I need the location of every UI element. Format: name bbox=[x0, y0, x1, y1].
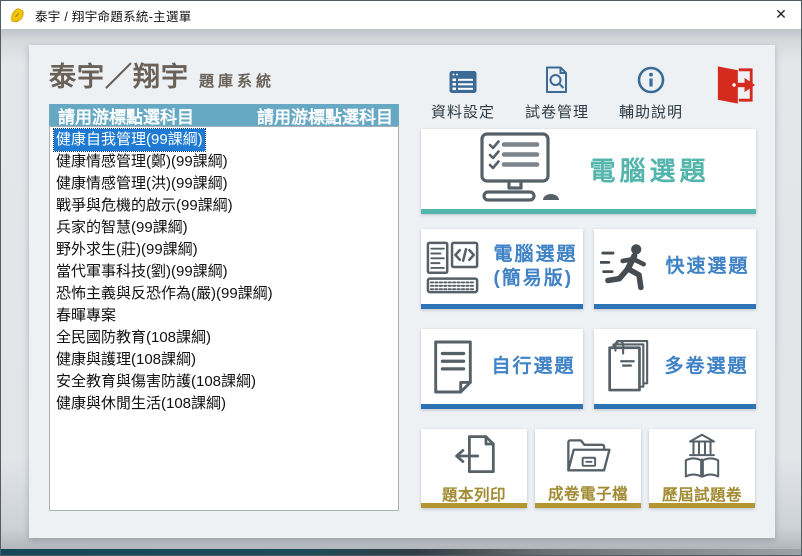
list-item[interactable]: 春暉專案 bbox=[50, 305, 398, 327]
data-settings-icon bbox=[431, 63, 495, 95]
self-pick-label: 自行選題 bbox=[491, 355, 575, 379]
exam-management-label: 試卷管理 bbox=[525, 101, 589, 122]
brand-title: 泰宇／翔宇 bbox=[49, 62, 189, 92]
runner-icon bbox=[600, 241, 652, 293]
subject-list-header-left: 請用游標點選科目 bbox=[58, 103, 194, 128]
app-icon bbox=[9, 6, 27, 24]
list-item[interactable]: 恐怖主義與反恐作為(嚴)(99課綱) bbox=[50, 283, 398, 305]
print-booklet-button[interactable]: 題本列印 bbox=[421, 429, 527, 508]
list-item[interactable]: 野外求生(莊)(99課綱) bbox=[50, 239, 398, 261]
quick-pick-button[interactable]: 快速選題 bbox=[594, 229, 756, 309]
print-booklet-label: 題本列印 bbox=[442, 483, 506, 505]
close-button[interactable]: ✕ bbox=[761, 1, 801, 28]
list-item[interactable]: 當代軍事科技(劉)(99課綱) bbox=[50, 261, 398, 283]
main-panel: 泰宇／翔宇題庫系統 請用游標點選科目 請用游標點選科目 健康自我管理(99課綱)… bbox=[29, 45, 775, 538]
subject-list-header: 請用游標點選科目 請用游標點選科目 bbox=[49, 104, 399, 126]
exam-management-icon bbox=[525, 63, 589, 95]
exit-button[interactable] bbox=[713, 65, 757, 105]
document-lines-icon bbox=[428, 339, 478, 395]
past-papers-button[interactable]: 歷屆試題卷 bbox=[649, 429, 755, 508]
computer-pick-easy-button[interactable]: 電腦選題(簡易版) bbox=[421, 229, 583, 309]
window-title: 泰宇 / 翔宇命題系統-主選單 bbox=[35, 6, 192, 25]
self-pick-button[interactable]: 自行選題 bbox=[421, 329, 583, 409]
list-item[interactable]: 兵家的智慧(99課綱) bbox=[50, 217, 398, 239]
client-area: 泰宇／翔宇題庫系統 請用游標點選科目 請用游標點選科目 健康自我管理(99課綱)… bbox=[1, 29, 801, 555]
exam-file-label: 成卷電子檔 bbox=[548, 482, 628, 504]
stacked-pages-icon bbox=[601, 339, 651, 395]
list-item[interactable]: 健康情感管理(洪)(99課綱) bbox=[50, 173, 398, 195]
doc-code-keyboard-icon bbox=[426, 240, 480, 294]
list-item[interactable]: 健康與護理(108課綱) bbox=[50, 349, 398, 371]
list-item[interactable]: 全民國防教育(108課綱) bbox=[50, 327, 398, 349]
exit-door-icon bbox=[713, 65, 757, 105]
list-item[interactable]: 安全教育與傷害防護(108課綱) bbox=[50, 371, 398, 393]
data-settings-label: 資料設定 bbox=[431, 101, 495, 122]
open-folder-icon bbox=[563, 434, 613, 478]
quick-pick-label: 快速選題 bbox=[665, 255, 749, 279]
computer-checklist-icon bbox=[467, 132, 563, 206]
multi-paper-pick-button[interactable]: 多卷選題 bbox=[594, 329, 756, 409]
exam-management-button[interactable]: 試卷管理 bbox=[525, 63, 589, 122]
subject-list-header-right: 請用游標點選科目 bbox=[257, 103, 393, 128]
list-item[interactable]: 戰爭與危機的啟示(99課綱) bbox=[50, 195, 398, 217]
help-label: 輔助說明 bbox=[619, 101, 683, 122]
exam-file-button[interactable]: 成卷電子檔 bbox=[535, 429, 641, 508]
app-window: 泰宇 / 翔宇命題系統-主選單 ✕ 泰宇／翔宇題庫系統 請用游標點選科目 請用游… bbox=[0, 0, 802, 556]
window-bottom-edge bbox=[1, 549, 801, 555]
top-toolbar: 資料設定 試卷管理 bbox=[431, 63, 757, 125]
help-button[interactable]: 輔助說明 bbox=[619, 63, 683, 122]
bank-book-icon bbox=[679, 433, 725, 479]
page-export-icon bbox=[451, 433, 497, 479]
title-bar: 泰宇 / 翔宇命題系統-主選單 ✕ bbox=[1, 1, 801, 29]
multi-paper-pick-label: 多卷選題 bbox=[664, 355, 748, 379]
list-item[interactable]: 健康自我管理(99課綱) bbox=[50, 129, 398, 151]
past-papers-label: 歷屆試題卷 bbox=[662, 483, 742, 505]
computer-pick-button[interactable]: 電腦選題 bbox=[421, 129, 756, 214]
subject-list[interactable]: 健康自我管理(99課綱)健康情感管理(鄭)(99課綱)健康情感管理(洪)(99課… bbox=[49, 126, 399, 511]
help-info-icon bbox=[619, 63, 683, 95]
computer-pick-label: 電腦選題 bbox=[589, 151, 709, 188]
brand-block: 泰宇／翔宇題庫系統 bbox=[49, 55, 275, 94]
brand-subtitle: 題庫系統 bbox=[199, 73, 275, 90]
list-item[interactable]: 健康與休閒生活(108課綱) bbox=[50, 393, 398, 415]
list-item[interactable]: 健康情感管理(鄭)(99課綱) bbox=[50, 151, 398, 173]
data-settings-button[interactable]: 資料設定 bbox=[431, 63, 495, 122]
computer-pick-easy-label: 電腦選題(簡易版) bbox=[493, 243, 577, 291]
